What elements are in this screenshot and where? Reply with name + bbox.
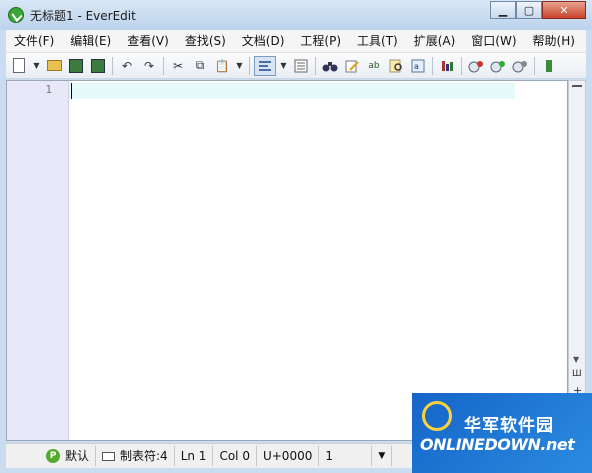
- status-line: Ln 1: [175, 446, 214, 466]
- text-editor[interactable]: 1: [6, 80, 568, 441]
- menu-view[interactable]: 查看(V): [119, 30, 177, 52]
- vertical-scrollbar[interactable]: ▼ Ш +: [568, 80, 586, 441]
- cut-button[interactable]: ✂: [168, 56, 188, 76]
- menu-edit[interactable]: 编辑(E): [62, 30, 119, 52]
- replace-files-icon: a: [411, 59, 425, 72]
- menu-tools[interactable]: 工具(T): [349, 30, 406, 52]
- find-replace-files-button[interactable]: a: [408, 56, 428, 76]
- scheme-badge-icon: P: [46, 449, 60, 463]
- toolbar-separator: [461, 56, 462, 75]
- new-file-button[interactable]: [9, 56, 29, 76]
- watermark-logo: 华军软件园 ONLINEDOWN.net: [412, 393, 592, 473]
- macro-record-icon: [468, 60, 483, 72]
- status-selection: 1: [319, 446, 373, 466]
- status-scheme-label: 默认: [65, 449, 90, 463]
- watermark-cn-text: 华军软件园: [464, 416, 554, 436]
- everedit-app-icon[interactable]: [8, 7, 24, 23]
- macro-list-button[interactable]: [510, 56, 530, 76]
- toolbar: ▼ ↶ ↷ ✂ ⧉ 📋 ▼ ▼ ab a: [6, 53, 586, 79]
- line-view-icon: [294, 59, 308, 72]
- text-caret: [71, 83, 72, 99]
- find-button[interactable]: [320, 56, 340, 76]
- word-wrap-dropdown[interactable]: ▼: [278, 56, 289, 76]
- window-controls: ▁ ▢ ✕: [490, 1, 586, 21]
- undo-button[interactable]: ↶: [117, 56, 137, 76]
- menu-extensions[interactable]: 扩展(A): [406, 30, 464, 52]
- new-document-icon: [13, 58, 25, 73]
- open-folder-icon: [46, 60, 62, 71]
- scroll-down-arrow-icon[interactable]: ▼: [573, 355, 579, 364]
- title-bar[interactable]: 无标题1 - EverEdit ▁ ▢ ✕: [0, 0, 592, 30]
- word-wrap-icon: [259, 60, 271, 71]
- status-scheme[interactable]: P 默认: [6, 446, 97, 466]
- toolbar-separator: [112, 56, 113, 75]
- menu-project[interactable]: 工程(P): [292, 30, 349, 52]
- save-all-button[interactable]: [88, 56, 108, 76]
- find-in-files-button[interactable]: [386, 56, 406, 76]
- close-button[interactable]: ✕: [542, 1, 586, 19]
- status-dropdown[interactable]: ▼: [372, 446, 393, 466]
- line-number: 1: [45, 83, 52, 96]
- status-col: Col 0: [213, 446, 257, 466]
- toolbar-separator: [163, 56, 164, 75]
- split-handle-icon[interactable]: [572, 85, 582, 87]
- keyboard-icon: [102, 451, 116, 461]
- paste-button[interactable]: 📋: [212, 56, 232, 76]
- save-all-icon: [91, 58, 105, 73]
- toolbar-separator: [249, 56, 250, 75]
- replace-button[interactable]: ab: [364, 56, 384, 76]
- extension-button[interactable]: [539, 56, 559, 76]
- save-icon: [69, 58, 83, 73]
- minimize-button[interactable]: ▁: [490, 1, 516, 19]
- copy-button[interactable]: ⧉: [190, 56, 210, 76]
- svg-text:a: a: [414, 62, 419, 71]
- new-file-dropdown[interactable]: ▼: [31, 56, 42, 76]
- menu-window[interactable]: 窗口(W): [463, 30, 524, 52]
- watermark-ring-icon: [422, 401, 452, 431]
- save-button[interactable]: [66, 56, 86, 76]
- menu-document[interactable]: 文档(D): [234, 30, 293, 52]
- status-tab-label: 制表符:4: [120, 449, 168, 463]
- word-wrap-toggle[interactable]: [254, 55, 276, 76]
- line-view-button[interactable]: [291, 56, 311, 76]
- macro-list-icon: [512, 60, 527, 72]
- toolbar-separator: [432, 56, 433, 75]
- status-unicode: U+0000: [257, 446, 320, 466]
- redo-button[interactable]: ↷: [139, 56, 159, 76]
- edit-note-button[interactable]: [342, 56, 362, 76]
- toolbar-separator: [315, 56, 316, 75]
- status-tab[interactable]: 制表符:4: [96, 446, 175, 466]
- paste-dropdown[interactable]: ▼: [234, 56, 245, 76]
- pencil-note-icon: [345, 60, 359, 72]
- watermark-en-text: ONLINEDOWN.net: [420, 435, 575, 454]
- column-mode-button[interactable]: [437, 56, 457, 76]
- menu-search[interactable]: 查找(S): [177, 30, 234, 52]
- split-view-icon[interactable]: Ш: [572, 369, 582, 379]
- search-files-icon: [389, 59, 402, 72]
- menu-bar: 文件(F) 编辑(E) 查看(V) 查找(S) 文档(D) 工程(P) 工具(T…: [6, 30, 586, 53]
- extension-icon: [546, 59, 552, 72]
- maximize-button[interactable]: ▢: [516, 1, 542, 19]
- window-title: 无标题1 - EverEdit: [30, 9, 136, 23]
- open-file-button[interactable]: [44, 56, 64, 76]
- binoculars-icon: [322, 61, 338, 71]
- menu-help[interactable]: 帮助(H): [525, 30, 583, 52]
- play-macro-button[interactable]: [488, 56, 508, 76]
- current-line-highlight: [69, 83, 515, 99]
- record-macro-button[interactable]: [466, 56, 486, 76]
- macro-play-icon: [490, 60, 505, 72]
- column-mode-icon: [442, 60, 453, 71]
- line-number-gutter: 1: [7, 81, 69, 440]
- menu-file[interactable]: 文件(F): [6, 30, 62, 52]
- toolbar-separator: [534, 56, 535, 75]
